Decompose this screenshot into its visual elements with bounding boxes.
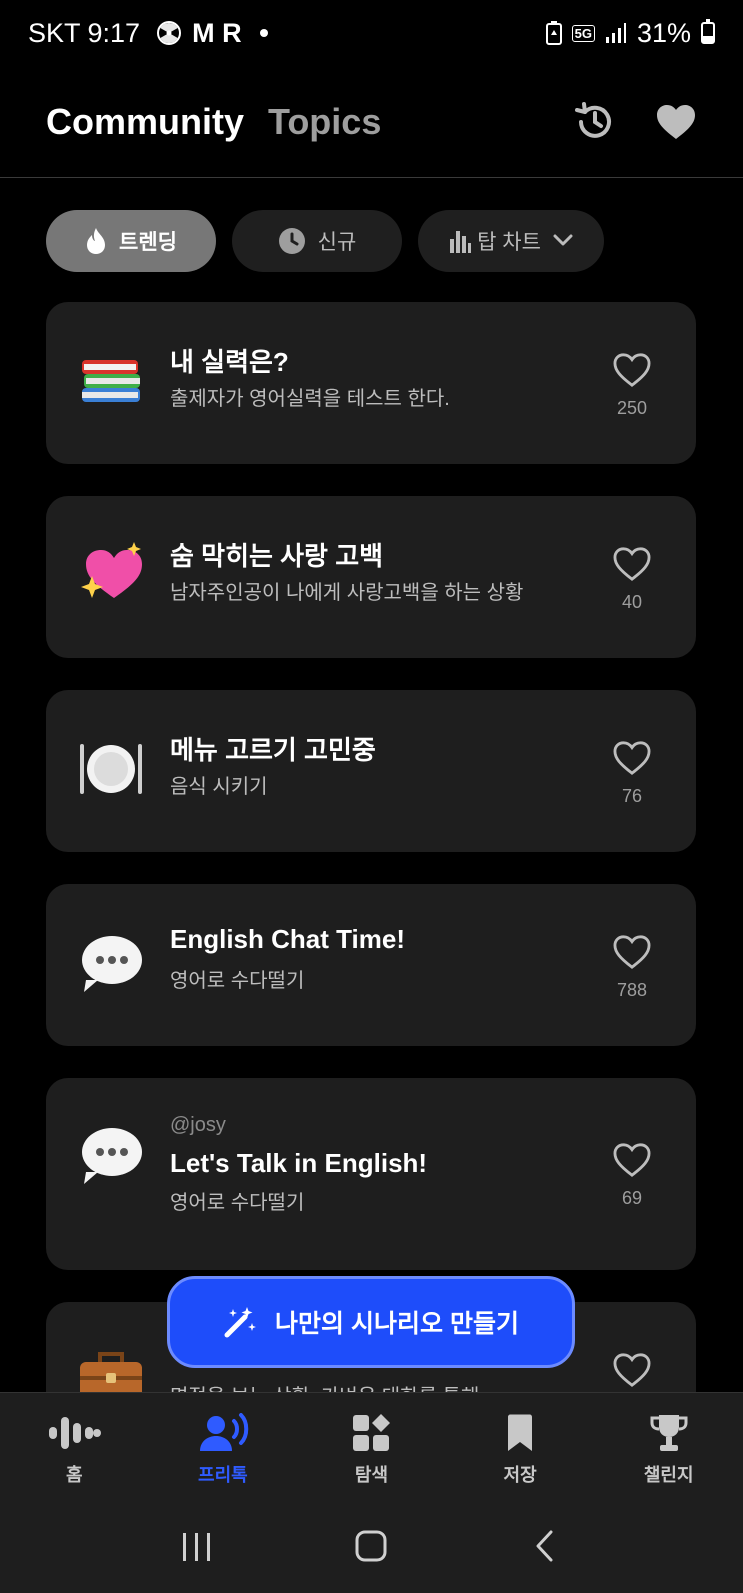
tab-community[interactable]: Community <box>46 101 244 143</box>
nav-label: 저장 <box>503 1465 537 1485</box>
plate-cutlery-icon <box>78 736 144 802</box>
topic-title: 숨 막히는 사랑 고백 <box>170 541 384 571</box>
radiation-icon <box>157 21 182 45</box>
bookmark-icon <box>508 1414 533 1451</box>
like-button[interactable]: 40 <box>610 546 654 613</box>
battery-saver-icon <box>545 21 562 45</box>
heart-outline-icon <box>613 1353 651 1387</box>
like-button[interactable]: 76 <box>610 740 654 807</box>
filter-trending[interactable]: 트렌딩 <box>46 210 216 272</box>
topic-description: 영어로 수다떨기 <box>170 1192 305 1214</box>
topic-description: 영어로 수다떨기 <box>170 970 305 992</box>
like-button[interactable]: 788 <box>610 934 654 1001</box>
like-count: 69 <box>621 1188 643 1208</box>
topic-card[interactable]: English Chat Time! 영어로 수다떨기 788 <box>46 884 696 1046</box>
topic-description: 남자주인공이 나에게 사랑고백을 하는 상황 <box>170 582 524 604</box>
topic-card[interactable]: 메뉴 고르기 고민중 음식 시키기 76 <box>46 690 696 852</box>
heart-outline-icon <box>613 1143 651 1177</box>
filter-chips: 트렌딩 신규 탑 차트 <box>46 210 604 272</box>
topic-card[interactable]: @josy Let's Talk in English! 영어로 수다떨기 69 <box>46 1078 696 1270</box>
filter-label: 신규 <box>317 231 357 254</box>
network-label: 5G <box>571 24 595 42</box>
speech-bubble-icon <box>78 1122 144 1188</box>
like-count: 76 <box>621 786 643 806</box>
bar-chart-icon <box>450 231 472 253</box>
create-scenario-label: 나만의 시나리오 만들기 <box>275 1310 519 1338</box>
carrier-time: SKT 9:17 <box>28 17 141 48</box>
nav-freetalk[interactable]: 프리톡 <box>149 1393 298 1498</box>
waveform-icon <box>49 1417 102 1449</box>
topic-title: 내 실력은? <box>170 347 289 377</box>
like-count: 40 <box>621 592 643 612</box>
grid-shapes-icon <box>353 1414 391 1451</box>
recent-apps-icon[interactable] <box>180 1529 214 1563</box>
topic-title: Let's Talk in English! <box>170 1148 428 1178</box>
nav-label: 챌린지 <box>643 1465 694 1485</box>
favorites-heart-icon[interactable] <box>655 103 697 141</box>
battery-percent: 31% <box>636 17 691 48</box>
notification-dot <box>259 29 268 37</box>
home-icon[interactable] <box>354 1529 388 1563</box>
person-speaking-icon <box>199 1413 249 1451</box>
like-count: 788 <box>616 980 648 1000</box>
like-button[interactable]: 250 <box>610 352 654 419</box>
heart-outline-icon <box>613 741 651 775</box>
tab-topics[interactable]: Topics <box>268 101 381 143</box>
nav-label: 홈 <box>66 1465 83 1485</box>
topic-description: 출제자가 영어실력을 테스트 한다. <box>170 388 450 410</box>
nav-saved[interactable]: 저장 <box>446 1393 595 1498</box>
filter-new[interactable]: 신규 <box>232 210 402 272</box>
topic-list: 내 실력은? 출제자가 영어실력을 테스트 한다. 250 숨 막히는 사랑 고… <box>46 302 696 1392</box>
topic-description: 면접을 보는 상황. 가벼운 대화를 통해 <box>170 1380 479 1392</box>
page-header: Community Topics <box>0 66 743 178</box>
filter-label: 트렌딩 <box>119 231 177 254</box>
topic-card[interactable]: 내 실력은? 출제자가 영어실력을 테스트 한다. 250 <box>46 302 696 464</box>
heart-outline-icon <box>613 353 651 387</box>
status-letters: M R <box>192 17 242 48</box>
like-count: 250 <box>616 398 648 418</box>
system-nav-bar <box>0 1498 743 1593</box>
nav-label: 탐색 <box>354 1465 389 1485</box>
magic-wand-icon <box>224 1307 257 1338</box>
nav-label: 프리톡 <box>198 1465 248 1485</box>
speech-bubble-icon <box>78 930 144 996</box>
status-indicators: M R <box>156 18 268 49</box>
flame-icon <box>87 228 106 254</box>
topic-title: English Chat Time! <box>170 924 405 954</box>
topic-author: @josy <box>170 1114 226 1136</box>
back-icon[interactable] <box>529 1529 563 1563</box>
books-icon <box>78 344 144 410</box>
status-bar: SKT 9:17 M R 5G 31% <box>0 0 743 66</box>
trophy-icon <box>650 1415 688 1451</box>
filter-label: 탑 차트 <box>477 231 541 254</box>
nav-home[interactable]: 홈 <box>0 1393 149 1498</box>
filter-top-chart[interactable]: 탑 차트 <box>418 210 604 272</box>
signal-icon <box>605 23 626 43</box>
topic-title: 메뉴 고르기 고민중 <box>170 735 376 765</box>
battery-icon <box>701 19 715 44</box>
clock-icon <box>278 228 305 254</box>
topic-card[interactable]: 숨 막히는 사랑 고백 남자주인공이 나에게 사랑고백을 하는 상황 40 <box>46 496 696 658</box>
heart-outline-icon <box>613 547 651 581</box>
create-scenario-button[interactable]: 나만의 시나리오 만들기 <box>167 1276 575 1368</box>
heart-outline-icon <box>613 935 651 969</box>
history-icon[interactable] <box>573 100 617 144</box>
briefcase-icon <box>78 1346 144 1392</box>
topic-description: 음식 시키기 <box>170 776 268 798</box>
like-button[interactable] <box>610 1352 654 1392</box>
nav-explore[interactable]: 탐색 <box>297 1393 446 1498</box>
nav-challenge[interactable]: 챌린지 <box>594 1393 743 1498</box>
like-button[interactable]: 69 <box>610 1142 654 1209</box>
sparkling-heart-icon <box>78 538 144 604</box>
chevron-down-icon <box>553 234 573 246</box>
bottom-nav: 홈 프리톡 탐색 저장 챌린지 <box>0 1392 743 1498</box>
